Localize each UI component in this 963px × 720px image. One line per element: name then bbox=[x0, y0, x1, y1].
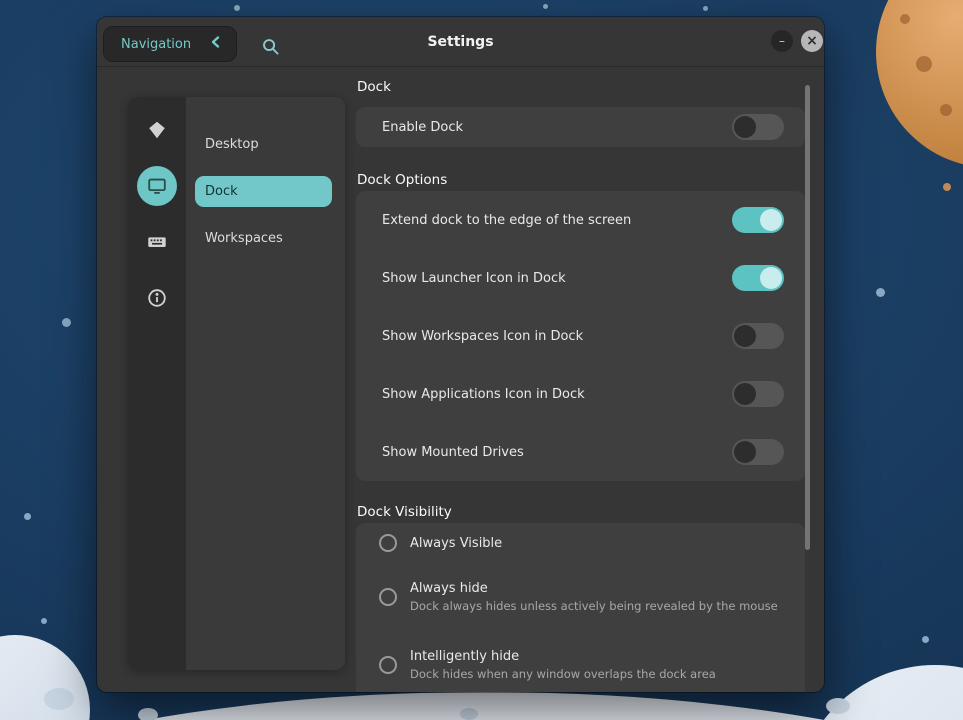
section-title-dock-visibility: Dock Visibility bbox=[357, 504, 452, 520]
toggle-knob bbox=[734, 441, 756, 463]
planet bbox=[876, 0, 963, 168]
dock-card: Enable Dock bbox=[356, 107, 805, 147]
moon-crater bbox=[138, 708, 158, 720]
applications-icon-toggle[interactable] bbox=[732, 381, 784, 407]
settings-row: Show Launcher Icon in Dock bbox=[356, 249, 805, 307]
sidebar-item-desktop[interactable]: Desktop bbox=[186, 129, 345, 160]
radio-row-always-visible[interactable]: Always Visible bbox=[356, 523, 805, 563]
titlebar[interactable]: Settings Navigation – × bbox=[97, 17, 824, 67]
row-label: Show Workspaces Icon in Dock bbox=[382, 329, 583, 344]
radio-button[interactable] bbox=[379, 588, 397, 606]
settings-row: Enable Dock bbox=[356, 107, 805, 147]
settings-row: Extend dock to the edge of the screen bbox=[356, 191, 805, 249]
row-label: Show Mounted Drives bbox=[382, 445, 524, 460]
moon-crater bbox=[826, 698, 850, 714]
sidebar: Desktop Dock Workspaces bbox=[128, 97, 345, 670]
star bbox=[543, 4, 548, 9]
star bbox=[876, 288, 885, 297]
toggle-knob bbox=[734, 325, 756, 347]
row-label: Show Applications Icon in Dock bbox=[382, 387, 585, 402]
planet-crater bbox=[916, 56, 932, 72]
display-icon[interactable] bbox=[137, 166, 177, 206]
sidebar-item-dock[interactable]: Dock bbox=[195, 176, 332, 207]
extend-dock-toggle[interactable] bbox=[732, 207, 784, 233]
workspaces-icon-toggle[interactable] bbox=[732, 323, 784, 349]
planet-crater bbox=[940, 104, 952, 116]
section-title-dock-options: Dock Options bbox=[357, 172, 447, 188]
chevron-left-icon bbox=[209, 35, 223, 53]
enable-dock-toggle[interactable] bbox=[732, 114, 784, 140]
row-label: Show Launcher Icon in Dock bbox=[382, 271, 566, 286]
star bbox=[703, 6, 708, 11]
settings-window: Settings Navigation – × bbox=[97, 17, 824, 692]
section-title-dock: Dock bbox=[357, 79, 391, 95]
mounted-drives-toggle[interactable] bbox=[732, 439, 784, 465]
info-icon[interactable] bbox=[137, 278, 177, 318]
radio-description: Dock hides when any window overlaps the … bbox=[410, 667, 716, 681]
star bbox=[41, 618, 47, 624]
moon-hill bbox=[0, 635, 90, 720]
scrollbar-thumb[interactable] bbox=[805, 85, 810, 550]
settings-nav-list: Desktop Dock Workspaces bbox=[186, 97, 345, 670]
desktop-background: { "window": { "title": "Settings", "nav_… bbox=[0, 0, 963, 720]
minimize-button[interactable]: – bbox=[771, 30, 793, 52]
toggle-knob bbox=[760, 209, 782, 231]
row-label: Enable Dock bbox=[382, 120, 463, 135]
toggle-knob bbox=[760, 267, 782, 289]
keyboard-icon[interactable] bbox=[137, 222, 177, 262]
navigation-label: Navigation bbox=[121, 37, 191, 52]
toggle-knob bbox=[734, 116, 756, 138]
radio-description: Dock always hides unless actively being … bbox=[410, 599, 778, 613]
planet-crater bbox=[900, 14, 910, 24]
radio-button[interactable] bbox=[379, 656, 397, 674]
navigation-button[interactable]: Navigation bbox=[103, 26, 237, 62]
diamond-icon[interactable] bbox=[137, 110, 177, 150]
sidebar-item-workspaces[interactable]: Workspaces bbox=[186, 223, 345, 254]
settings-row: Show Workspaces Icon in Dock bbox=[356, 307, 805, 365]
toggle-knob bbox=[734, 383, 756, 405]
star bbox=[62, 318, 71, 327]
category-rail bbox=[128, 97, 186, 670]
dock-options-card: Extend dock to the edge of the screen Sh… bbox=[356, 191, 805, 481]
close-button[interactable]: × bbox=[801, 30, 823, 52]
star bbox=[922, 636, 929, 643]
radio-row-intelligently-hide[interactable]: Intelligently hide Dock hides when any w… bbox=[356, 631, 805, 692]
radio-label: Always Visible bbox=[410, 536, 502, 551]
moon-crater bbox=[460, 708, 478, 720]
settings-row: Show Mounted Drives bbox=[356, 423, 805, 481]
small-planet bbox=[943, 183, 951, 191]
row-label: Extend dock to the edge of the screen bbox=[382, 213, 631, 228]
star bbox=[234, 5, 240, 11]
radio-row-always-hide[interactable]: Always hide Dock always hides unless act… bbox=[356, 563, 805, 631]
radio-label: Intelligently hide bbox=[410, 649, 716, 664]
settings-row: Show Applications Icon in Dock bbox=[356, 365, 805, 423]
launcher-icon-toggle[interactable] bbox=[732, 265, 784, 291]
radio-button[interactable] bbox=[379, 534, 397, 552]
dock-visibility-card: Always Visible Always hide Dock always h… bbox=[356, 523, 805, 692]
radio-label: Always hide bbox=[410, 581, 778, 596]
settings-content: Dock Enable Dock Dock Options Extend doc… bbox=[356, 67, 811, 692]
star bbox=[24, 513, 31, 520]
search-icon[interactable] bbox=[258, 34, 282, 58]
moon-crater bbox=[44, 688, 74, 710]
